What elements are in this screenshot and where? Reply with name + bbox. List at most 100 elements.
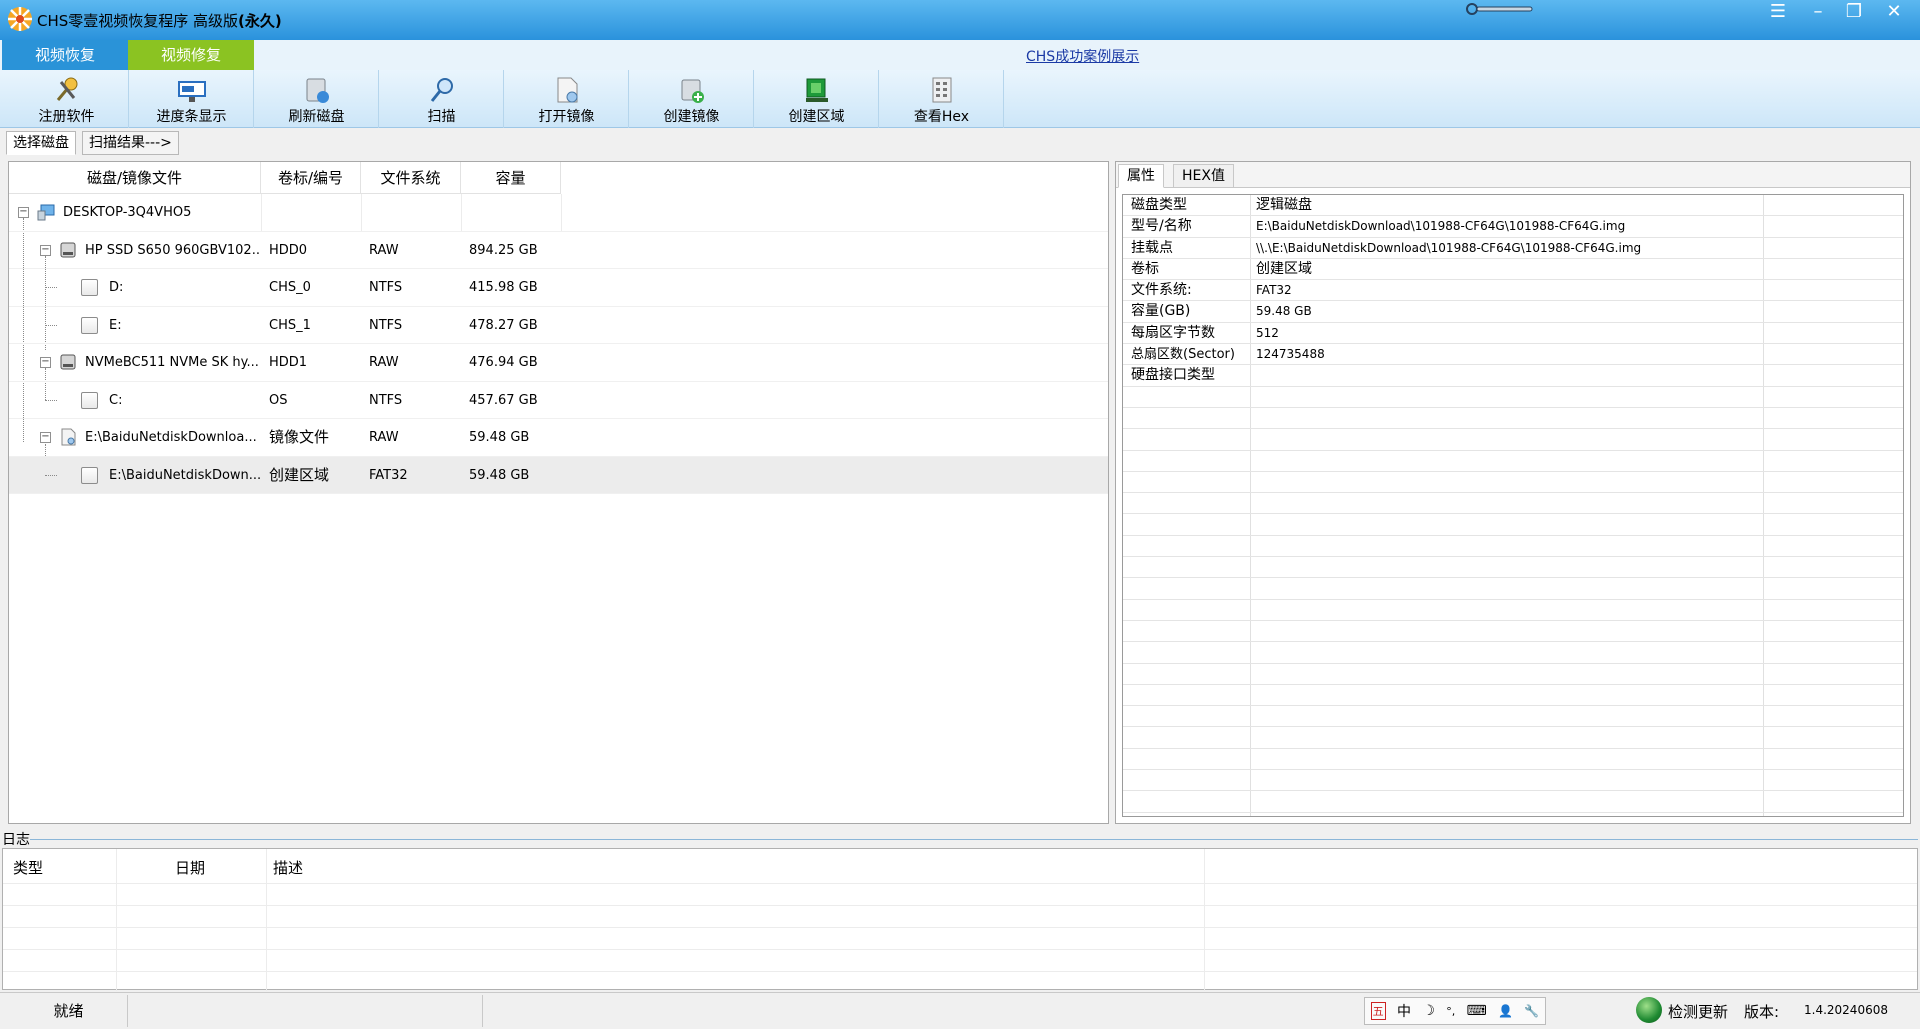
property-row-empty [1123,387,1903,408]
ime-toolbar[interactable]: 五 中 ☽ °, ⌨ 👤 🔧 [1364,997,1546,1025]
ime-user-icon[interactable]: 👤 [1498,1004,1513,1018]
property-row-empty [1123,514,1903,536]
property-key: 总扇区数(Sector) [1131,347,1235,363]
property-value: 创建区域 [1256,260,1312,277]
toolbar: 注册软件 进度条显示 刷新磁盘 扫描 打开镜像 创建镜像 创建区域 查看Hex [0,70,1920,128]
key-tools-icon [56,77,78,101]
tab-properties[interactable]: 属性 [1118,164,1164,188]
create-image-icon [681,79,704,103]
ime-halfwidth-icon[interactable]: ☽ [1422,1003,1435,1019]
tab-hex-value[interactable]: HEX值 [1173,164,1234,188]
progress-display-button[interactable]: 进度条显示 [130,70,254,128]
disk-label: 创建区域 [269,465,330,484]
disk-label: HDD0 [269,242,308,258]
column-header-capacity[interactable]: 容量 [461,162,561,194]
menu-icon[interactable]: ☰ [1760,0,1796,26]
disk-capacity: 476.94 GB [469,355,538,370]
ime-punctuation-icon[interactable]: °, [1446,1005,1455,1018]
property-row-empty [1123,557,1903,579]
disk-label: OS [269,392,288,408]
property-value: E:\BaiduNetdiskDownload\101988-CF64G\101… [1256,219,1626,234]
column-header-filesystem[interactable]: 文件系统 [361,162,461,194]
log-header-description[interactable]: 描述 [273,857,303,878]
property-key: 卷标 [1131,260,1159,277]
disk-filesystem: NTFS [369,280,403,295]
scan-button[interactable]: 扫描 [380,70,504,128]
magnifier-icon [430,78,453,102]
tree-row-partition-selected[interactable]: E:\BaiduNetdiskDown... 创建区域 FAT32 59.48 … [9,456,1108,494]
tree-row-image[interactable]: − E:\BaiduNetdiskDownloa... 镜像文件 RAW 59.… [9,419,1108,457]
tab-select-disk[interactable]: 选择磁盘 [6,131,76,155]
register-software-button[interactable]: 注册软件 [5,70,129,128]
property-tab-row: 属性 HEX值 [1116,162,1910,188]
restore-button[interactable]: ❐ [1836,0,1872,26]
disk-filesystem: RAW [369,242,399,258]
property-row[interactable]: 挂载点 \\.\E:\BaiduNetdiskDownload\101988-CF… [1123,238,1903,259]
tab-video-repair[interactable]: 视频修复 [128,40,254,70]
hex-view-icon [932,77,952,103]
property-row[interactable]: 每扇区字节数 512 [1123,323,1903,345]
create-image-button[interactable]: 创建镜像 [630,70,754,128]
refresh-disk-icon [306,78,329,103]
disk-label: 镜像文件 [269,428,330,446]
minimize-button[interactable]: – [1800,0,1836,26]
property-row[interactable]: 文件系统: FAT32 [1123,280,1903,302]
property-row-empty [1123,493,1903,515]
property-row[interactable]: 硬盘接口类型 [1123,365,1903,387]
tree-row-computer[interactable]: − DESKTOP-3Q4VHO5 [9,194,1108,232]
log-row-divider [3,949,1917,950]
log-section-title: 日志 [2,832,30,848]
log-row-divider [3,927,1917,928]
tree-row-disk[interactable]: − NVMeBC511 NVMe SK hy... HDD1 RAW 476.9… [9,344,1108,382]
ime-wubi-icon[interactable]: 五 [1370,1002,1386,1020]
ime-chinese-icon[interactable]: 中 [1397,1001,1411,1021]
key-icon[interactable] [1464,3,1534,15]
property-row[interactable]: 磁盘类型 逻辑磁盘 [1123,195,1903,217]
property-row-empty [1123,642,1903,664]
log-header-date[interactable]: 日期 [175,857,205,878]
column-header-disk[interactable]: 磁盘/镜像文件 [9,162,261,194]
globe-icon [1636,997,1662,1023]
log-row-divider [3,905,1917,906]
view-hex-button[interactable]: 查看Hex [880,70,1004,128]
property-row-empty [1123,621,1903,643]
ime-keyboard-icon[interactable]: ⌨ [1467,1003,1487,1019]
property-row-empty [1123,578,1903,600]
tree-row-disk[interactable]: − HP SSD S650 960GBV102... HDD0 RAW 894.… [9,232,1108,269]
property-row[interactable]: 容量(GB) 59.48 GB [1123,301,1903,323]
disk-name: E: [109,317,122,333]
open-image-button[interactable]: 打开镜像 [505,70,629,128]
success-cases-link[interactable]: CHS成功案例展示 [1026,46,1139,66]
property-row[interactable]: 卷标 创建区域 [1123,259,1903,281]
log-header-type[interactable]: 类型 [13,857,43,878]
property-key: 硬盘接口类型 [1131,367,1215,384]
tab-video-recovery[interactable]: 视频恢复 [2,40,128,70]
log-row-divider [3,971,1917,972]
property-key: 磁盘类型 [1131,197,1187,213]
column-separator [461,194,462,231]
close-button[interactable]: ✕ [1876,0,1912,26]
property-row-empty [1123,664,1903,685]
column-separator [361,194,362,231]
property-row[interactable]: 总扇区数(Sector) 124735488 [1123,344,1903,366]
property-key: 型号/名称 [1131,218,1192,235]
tree-row-partition[interactable]: E: CHS_1 NTFS 478.27 GB [9,307,1108,344]
disk-name: D: [109,280,124,295]
log-column [267,849,1205,991]
status-cell [128,995,483,1027]
refresh-disk-button[interactable]: 刷新磁盘 [255,70,379,128]
property-row[interactable]: 型号/名称 E:\BaiduNetdiskDownload\101988-CF64… [1123,216,1903,238]
column-header-label[interactable]: 卷标/编号 [261,162,361,194]
disk-filesystem: NTFS [369,317,403,333]
tree-row-partition[interactable]: C: OS NTFS 457.67 GB [9,382,1108,419]
disk-filesystem: RAW [369,355,399,370]
property-key: 每扇区字节数 [1131,324,1215,341]
tab-scan-results[interactable]: 扫描结果---> [82,131,179,155]
create-region-button[interactable]: 创建区域 [755,70,879,128]
tree-row-partition[interactable]: D: CHS_0 NTFS 415.98 GB [9,269,1108,307]
property-value: 512 [1256,325,1279,340]
check-update-button[interactable]: 检测更新 [1668,1001,1728,1022]
ime-settings-icon[interactable]: 🔧 [1524,1004,1539,1018]
disk-label: CHS_1 [269,317,311,333]
property-row-empty [1123,749,1903,771]
